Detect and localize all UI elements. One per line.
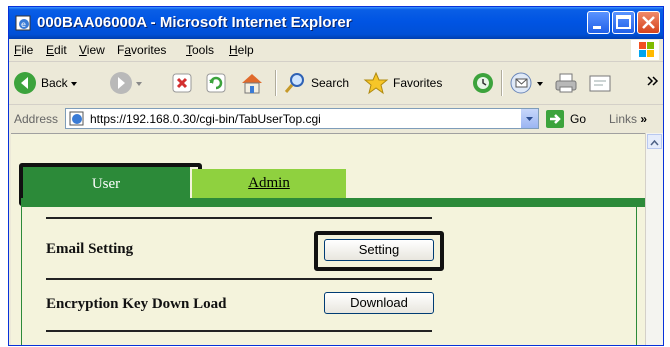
edit-button[interactable]: [587, 62, 613, 104]
favorites-star-icon: [363, 71, 389, 95]
print-button[interactable]: [553, 62, 579, 104]
links-button[interactable]: Links »: [609, 112, 647, 126]
close-button[interactable]: [637, 11, 660, 34]
minimize-button[interactable]: [587, 11, 610, 34]
home-button[interactable]: [239, 62, 265, 104]
svg-text:e: e: [21, 20, 26, 29]
vertical-scrollbar[interactable]: [645, 133, 663, 345]
chevron-down-icon: [70, 82, 77, 86]
email-setting-label: Email Setting: [46, 241, 134, 257]
search-button[interactable]: Search: [283, 62, 349, 104]
menu-favorites[interactable]: Favorites: [117, 43, 166, 57]
close-icon: [642, 16, 655, 29]
print-icon: [555, 73, 577, 93]
toolbar: Back Search Favorites: [9, 62, 663, 105]
encryption-key-label: Encryption Key Down Load: [46, 296, 227, 312]
tab-admin[interactable]: Admin: [192, 169, 346, 198]
toolbar-separator: [501, 70, 503, 96]
divider: [46, 330, 432, 332]
toolbar-overflow-icon[interactable]: [647, 62, 659, 104]
address-label: Address: [14, 112, 59, 126]
ie-page-icon: e: [15, 14, 33, 32]
back-arrow-icon: [14, 72, 36, 94]
address-field[interactable]: https://192.168.0.30/cgi-bin/TabUserTop.…: [65, 108, 539, 129]
home-icon: [242, 74, 262, 94]
minimize-icon: [593, 26, 601, 29]
menu-edit[interactable]: Edit: [46, 43, 67, 57]
maximize-icon: [616, 15, 631, 29]
stop-button[interactable]: [171, 62, 193, 104]
download-button[interactable]: Download: [324, 292, 434, 314]
history-button[interactable]: [471, 62, 495, 104]
divider: [46, 278, 432, 280]
toolbar-separator: [275, 70, 277, 96]
refresh-button[interactable]: [205, 62, 227, 104]
refresh-icon: [206, 73, 226, 93]
go-button[interactable]: Go: [545, 108, 586, 129]
favorites-label: Favorites: [393, 76, 443, 90]
links-label: Links: [609, 112, 638, 126]
address-bar: Address https://192.168.0.30/cgi-bin/Tab…: [9, 105, 663, 133]
windows-logo-icon: [631, 40, 659, 60]
back-button[interactable]: Back: [13, 62, 80, 104]
chevron-down-icon: [136, 82, 142, 86]
menu-tools[interactable]: Tools: [186, 43, 214, 57]
tab-admin-label: Admin: [248, 175, 290, 191]
button-highlight-frame: [314, 231, 444, 271]
mail-button[interactable]: [509, 62, 545, 104]
chevron-up-icon: [650, 139, 659, 146]
chevron-down-icon: [537, 82, 543, 86]
mail-icon: [510, 72, 532, 94]
stop-icon: [172, 73, 192, 93]
menu-view[interactable]: View: [79, 43, 105, 57]
tab-underline-bar: [21, 198, 645, 207]
chevron-down-icon: [526, 117, 533, 121]
title-bar: e 000BAA06000A - Microsoft Internet Expl…: [9, 7, 663, 39]
maximize-button[interactable]: [612, 11, 635, 34]
divider: [46, 217, 432, 219]
menu-help[interactable]: Help: [229, 43, 254, 57]
go-arrow-icon: [546, 109, 564, 128]
history-icon: [473, 73, 493, 93]
menu-bar: File Edit View Favorites Tools Help: [9, 39, 663, 62]
page-content: User Admin Email Setting Setting Encrypt…: [11, 133, 647, 345]
address-dropdown-button[interactable]: [521, 109, 538, 128]
forward-button[interactable]: [109, 62, 145, 104]
address-url: https://192.168.0.30/cgi-bin/TabUserTop.…: [90, 112, 321, 126]
go-label: Go: [570, 111, 587, 126]
back-label: Back: [41, 76, 68, 90]
menu-file[interactable]: File: [14, 43, 33, 57]
window-title: 000BAA06000A - Microsoft Internet Explor…: [37, 14, 352, 31]
settings-panel: Email Setting Setting Encryption Key Dow…: [21, 207, 637, 345]
favorites-button[interactable]: Favorites: [363, 62, 442, 104]
search-label: Search: [311, 76, 350, 90]
forward-arrow-icon: [110, 72, 132, 94]
search-icon: [284, 73, 304, 93]
scroll-up-button[interactable]: [647, 134, 662, 149]
ie-page-icon: [69, 111, 86, 129]
edit-icon: [589, 75, 611, 92]
browser-window: e 000BAA06000A - Microsoft Internet Expl…: [8, 6, 664, 346]
